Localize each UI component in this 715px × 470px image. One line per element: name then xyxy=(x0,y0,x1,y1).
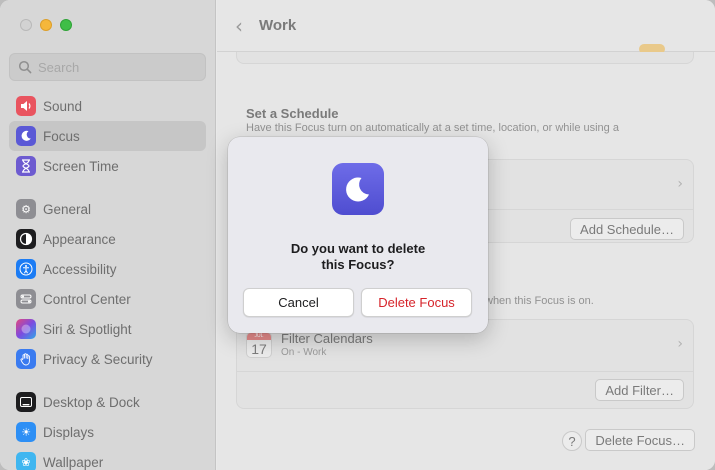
sidebar-item-label: Desktop & Dock xyxy=(43,394,140,410)
search-icon xyxy=(18,60,32,74)
chevron-right-icon[interactable]: › xyxy=(677,176,683,192)
sidebar-item-general[interactable]: ⚙ General xyxy=(9,194,206,224)
sun-icon: ☀ xyxy=(16,422,36,442)
zoom-button[interactable] xyxy=(60,19,72,31)
sidebar-item-label: Siri & Spotlight xyxy=(43,321,132,337)
minimize-button[interactable] xyxy=(40,19,52,31)
top-card xyxy=(236,52,694,64)
dock-icon xyxy=(16,392,36,412)
sidebar-item-label: Sound xyxy=(43,98,83,114)
hourglass-icon xyxy=(16,156,36,176)
confirm-delete-button[interactable]: Delete Focus xyxy=(361,288,472,317)
page-title: Work xyxy=(259,17,297,34)
sidebar-item-privacy-security[interactable]: Privacy & Security xyxy=(9,344,206,374)
sidebar: Sound Focus Screen Time ⚙ General xyxy=(0,0,216,470)
add-schedule-button[interactable]: Add Schedule… xyxy=(570,218,684,240)
search-field[interactable] xyxy=(9,53,206,81)
sidebar-group-3: Desktop & Dock ☀ Displays ❀ Wallpaper xyxy=(9,387,206,470)
sidebar-group-1: Sound Focus Screen Time xyxy=(9,91,206,181)
sidebar-item-screen-time[interactable]: Screen Time xyxy=(9,151,206,181)
siri-icon xyxy=(16,319,36,339)
sidebar-item-label: Focus xyxy=(43,128,80,144)
sidebar-item-desktop-dock[interactable]: Desktop & Dock xyxy=(9,387,206,417)
wallpaper-icon: ❀ xyxy=(16,452,36,470)
close-button[interactable] xyxy=(20,19,32,31)
cancel-button[interactable]: Cancel xyxy=(243,288,354,317)
schedule-section-description: Have this Focus turn on automatically at… xyxy=(246,122,619,134)
calendar-month: JUL xyxy=(247,333,271,340)
help-button[interactable]: ? xyxy=(562,431,582,451)
appearance-icon xyxy=(16,229,36,249)
gear-icon: ⚙ xyxy=(16,199,36,219)
sidebar-item-focus[interactable]: Focus xyxy=(9,121,206,151)
dialog-message: Do you want to delete this Focus? xyxy=(228,241,488,273)
sidebar-item-sound[interactable]: Sound xyxy=(9,91,206,121)
sidebar-item-appearance[interactable]: Appearance xyxy=(9,224,206,254)
control-center-icon xyxy=(16,289,36,309)
sidebar-item-label: Accessibility xyxy=(43,261,117,277)
focus-moon-icon xyxy=(332,163,384,215)
sidebar-item-control-center[interactable]: Control Center xyxy=(9,284,206,314)
sidebar-item-label: Displays xyxy=(43,424,95,440)
sidebar-item-wallpaper[interactable]: ❀ Wallpaper xyxy=(9,447,206,470)
sidebar-item-siri-spotlight[interactable]: Siri & Spotlight xyxy=(9,314,206,344)
delete-focus-button[interactable]: Delete Focus… xyxy=(585,429,695,451)
sidebar-item-label: Privacy & Security xyxy=(43,351,153,367)
schedule-section-title: Set a Schedule xyxy=(246,106,339,121)
system-settings-window: Sound Focus Screen Time ⚙ General xyxy=(0,0,715,470)
moon-icon xyxy=(16,126,36,146)
divider xyxy=(237,371,693,372)
filter-name[interactable]: Filter Calendars xyxy=(281,331,373,346)
calendar-icon: JUL 17 xyxy=(246,332,272,358)
sidebar-group-2: ⚙ General Appearance Accessibility Contr… xyxy=(9,194,206,374)
sidebar-item-displays[interactable]: ☀ Displays xyxy=(9,417,206,447)
sidebar-item-accessibility[interactable]: Accessibility xyxy=(9,254,206,284)
dialog-message-line-2: this Focus? xyxy=(321,257,395,272)
filters-section-description: when this Focus is on. xyxy=(485,295,594,307)
sidebar-item-label: Control Center xyxy=(43,291,131,307)
sidebar-item-label: Appearance xyxy=(43,231,116,247)
calendar-day: 17 xyxy=(251,341,267,357)
sidebar-item-label: Screen Time xyxy=(43,158,119,174)
back-chevron-icon[interactable]: ‹ xyxy=(235,14,243,38)
speaker-icon xyxy=(16,96,36,116)
search-input[interactable] xyxy=(38,59,188,75)
add-filter-button[interactable]: Add Filter… xyxy=(595,379,684,401)
sidebar-item-label: Wallpaper xyxy=(43,454,104,470)
title-bar: ‹ Work xyxy=(217,0,715,54)
chevron-right-icon[interactable]: › xyxy=(677,336,683,352)
delete-focus-dialog: Do you want to delete this Focus? Cancel… xyxy=(228,137,488,333)
sidebar-item-label: General xyxy=(43,201,92,217)
accessibility-icon xyxy=(16,259,36,279)
dialog-message-line-1: Do you want to delete xyxy=(290,241,426,256)
window-controls xyxy=(20,19,72,31)
filter-status: On - Work xyxy=(281,347,327,358)
hand-icon xyxy=(16,349,36,369)
